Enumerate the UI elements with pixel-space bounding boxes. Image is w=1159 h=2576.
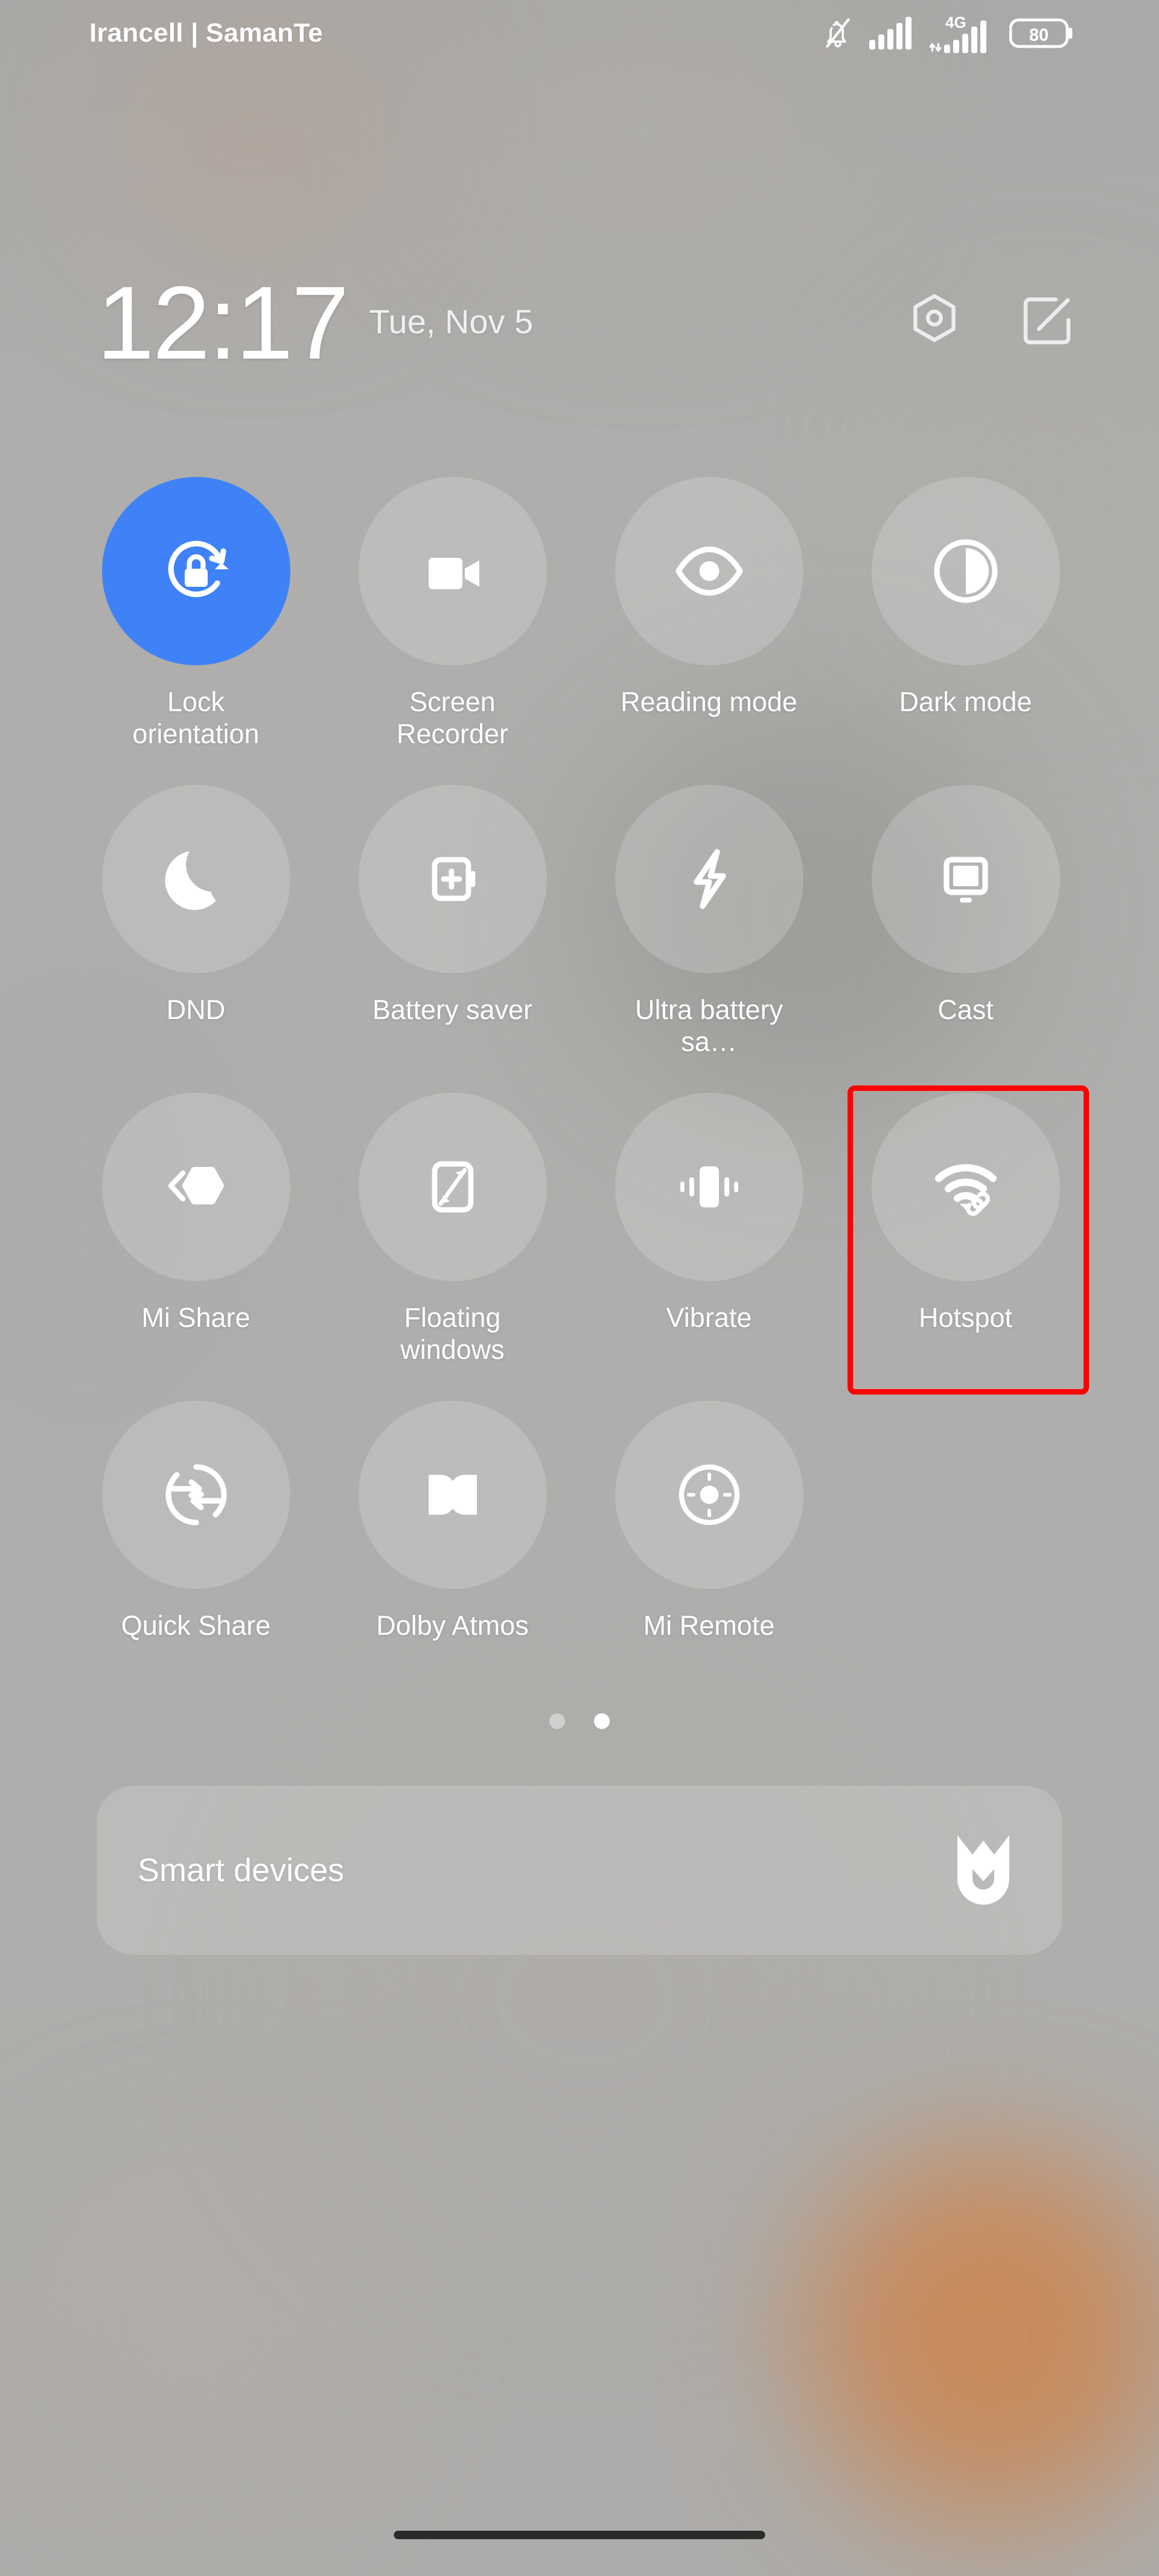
lock-rotation-icon: [153, 528, 239, 614]
tile-floating-windows[interactable]: Floating windows: [324, 1081, 581, 1389]
hotspot-wifi-link-icon: [925, 1146, 1006, 1227]
tile-circle: [358, 1401, 547, 1589]
moon-icon: [158, 840, 235, 918]
tile-label: Dark mode: [899, 686, 1032, 717]
tile-circle: [871, 785, 1060, 973]
tile-circle: [871, 477, 1060, 665]
cast-monitor-icon: [927, 840, 1004, 918]
tile-lock-orientation[interactable]: Lock orientation: [68, 465, 324, 773]
mi-remote-icon: [671, 1456, 748, 1533]
page-dot-2[interactable]: [594, 1713, 610, 1729]
header-actions: [907, 293, 1074, 353]
video-camera-icon: [414, 532, 491, 610]
mi-share-icon: [158, 1149, 234, 1225]
tile-circle: [101, 1401, 290, 1589]
tile-screen-recorder[interactable]: Screen Recorder: [324, 465, 581, 773]
eye-icon: [669, 531, 750, 612]
tile-label: Mi Share: [141, 1302, 251, 1333]
battery-plus-icon: [415, 842, 490, 916]
tile-quick-share[interactable]: Quick Share: [68, 1389, 324, 1696]
mi-home-logo-icon: [950, 1830, 1017, 1910]
tile-vibrate[interactable]: Vibrate: [581, 1081, 837, 1389]
carrier-label: Irancell | SamanTe: [89, 18, 323, 48]
tile-label: Lock orientation: [132, 686, 260, 750]
home-indicator-bar[interactable]: [394, 2531, 765, 2539]
tile-circle: [101, 1093, 290, 1281]
clock-date: Tue, Nov 5: [369, 302, 534, 340]
tile-circle: [615, 477, 803, 665]
tile-label: Hotspot: [918, 1302, 1013, 1333]
tile-circle: [615, 1093, 803, 1281]
tile-label: DND: [166, 994, 226, 1025]
tile-circle: [615, 785, 803, 973]
status-bar: Irancell | SamanTe 4G 80: [0, 0, 1159, 66]
tile-cast[interactable]: Cast: [837, 773, 1094, 1081]
tile-dolby-atmos[interactable]: Dolby Atmos: [324, 1389, 581, 1696]
tile-label: Reading mode: [621, 686, 797, 717]
tile-circle: [358, 1093, 547, 1281]
tile-circle: [358, 785, 547, 973]
settings-button[interactable]: [907, 293, 962, 349]
hex-gear-icon: [908, 293, 960, 349]
tile-circle: [101, 785, 290, 973]
tile-mi-share[interactable]: Mi Share: [68, 1081, 324, 1389]
svg-text:4G: 4G: [945, 13, 966, 31]
tile-label: Screen Recorder: [396, 686, 509, 750]
tile-circle: [358, 477, 547, 665]
tile-label: Cast: [937, 994, 994, 1025]
tile-hotspot[interactable]: Hotspot: [837, 1081, 1094, 1389]
clock-time: 12:17: [97, 265, 349, 381]
quick-settings-tiles-grid: Lock orientation Screen Recorder Reading…: [68, 465, 1094, 1696]
signal-bars-icon: [869, 17, 914, 50]
tile-battery-saver[interactable]: Battery saver: [324, 773, 581, 1081]
dolby-atmos-icon: [417, 1459, 489, 1530]
tile-label: Battery saver: [372, 994, 533, 1025]
page-dot-1[interactable]: [549, 1713, 565, 1729]
tile-label: Dolby Atmos: [376, 1610, 529, 1641]
tile-dark-mode[interactable]: Dark mode: [837, 465, 1094, 773]
smart-devices-label: Smart devices: [138, 1852, 345, 1888]
clock-row: 12:17 Tue, Nov 5: [0, 254, 1159, 392]
tile-mi-remote[interactable]: Mi Remote: [581, 1389, 837, 1696]
vibrate-icon: [672, 1149, 747, 1224]
tile-label: Floating windows: [400, 1302, 505, 1366]
edit-square-icon: [1021, 295, 1073, 348]
page-indicator[interactable]: [0, 1713, 1159, 1729]
contrast-circle-icon: [927, 532, 1005, 610]
tile-label: Ultra battery sa…: [634, 994, 784, 1058]
smart-devices-card[interactable]: Smart devices: [97, 1786, 1062, 1955]
floating-window-icon: [415, 1149, 490, 1224]
control-center-panel: Irancell | SamanTe 4G 80 12:17 Tue, Nov …: [0, 0, 1159, 2576]
status-bar-icons: 4G 80: [822, 13, 1074, 53]
tile-label: Quick Share: [121, 1610, 271, 1641]
tile-label: Vibrate: [666, 1302, 752, 1333]
tile-ultra-battery-saver[interactable]: Ultra battery sa…: [581, 773, 837, 1081]
bell-off-icon: [822, 16, 854, 51]
edit-tiles-button[interactable]: [1019, 293, 1074, 349]
tile-reading-mode[interactable]: Reading mode: [581, 465, 837, 773]
tile-label: Mi Remote: [643, 1610, 775, 1641]
battery-percent-label: 80: [1029, 26, 1049, 45]
lightning-bolt-icon: [671, 841, 747, 917]
tile-dnd[interactable]: DND: [68, 773, 324, 1081]
battery-icon: 80: [1009, 17, 1074, 50]
quick-share-icon: [158, 1456, 235, 1533]
signal-4g-icon: 4G: [930, 13, 994, 53]
tile-circle: [101, 477, 290, 665]
tile-circle: [871, 1093, 1060, 1281]
tile-circle: [615, 1401, 803, 1589]
